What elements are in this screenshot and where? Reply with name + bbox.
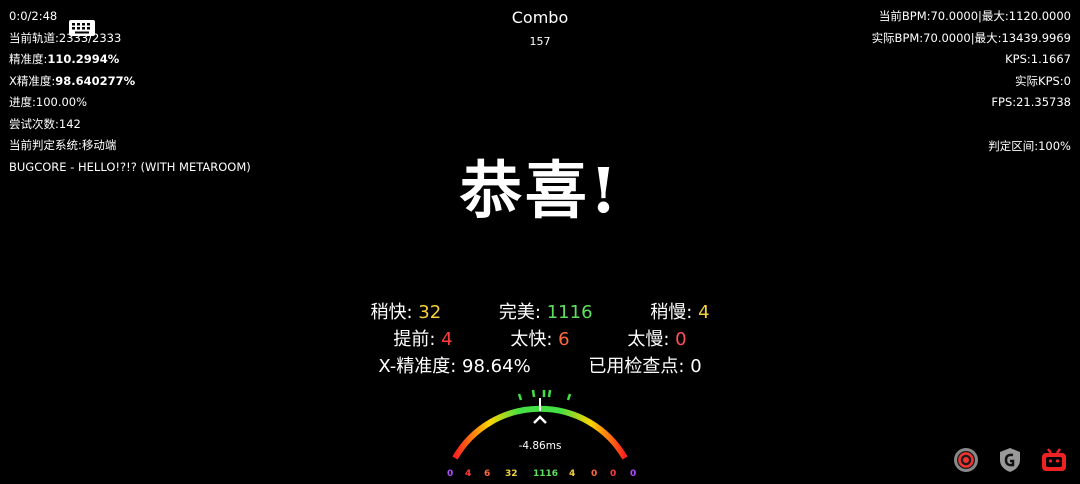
count-6: 0 xyxy=(591,469,598,479)
bilibili-icon[interactable] xyxy=(1040,446,1068,474)
stats-row-1: 稍快: 32 完美: 1116 稍慢: 4 xyxy=(0,298,1080,324)
progress-display: 进度:100.00% xyxy=(9,95,88,109)
stat-perfect: 完美: 1116 xyxy=(498,302,593,323)
stat-x-accuracy: X-精准度: 98.64% xyxy=(378,356,531,377)
accuracy-value: 110.2994% xyxy=(47,52,120,66)
count-0: 0 xyxy=(447,469,454,479)
accuracy-display: 精准度:110.2994% xyxy=(9,52,120,66)
stats-row-2: 提前: 4 太快: 6 太慢: 0 xyxy=(0,325,1080,351)
count-3: 32 xyxy=(505,469,518,479)
count-2: 6 xyxy=(484,469,491,479)
shield-icon[interactable] xyxy=(996,446,1024,474)
stat-slightly-late: 稍慢: 4 xyxy=(650,302,710,323)
real-kps-display: 实际KPS:0 xyxy=(1015,73,1071,88)
combo-counter: Combo 157 xyxy=(0,8,1080,48)
target-icon[interactable] xyxy=(952,446,980,474)
stat-checkpoints: 已用检查点: 0 xyxy=(588,356,702,377)
timing-offset: -4.86ms xyxy=(518,440,562,452)
count-7: 0 xyxy=(610,469,617,479)
fps-display: FPS:21.35738 xyxy=(991,95,1071,109)
chevron-up-icon xyxy=(533,415,547,424)
combo-value: 157 xyxy=(529,35,551,48)
x-accuracy-value: 98.640277% xyxy=(55,73,136,88)
stat-too-early: 太快: 6 xyxy=(510,329,570,350)
hit-mark-5 xyxy=(566,393,572,401)
combo-label: Combo xyxy=(511,8,569,27)
timing-gauge xyxy=(452,389,628,460)
stats-row-3: X-精准度: 98.64% 已用检查点: 0 xyxy=(0,352,1080,378)
kps-display: KPS:1.1667 xyxy=(1005,52,1071,66)
count-5: 4 xyxy=(569,469,576,479)
congrats-title: 恭喜! xyxy=(459,154,621,227)
hit-mark-1 xyxy=(531,389,536,398)
hit-mark-3 xyxy=(547,389,552,398)
stat-slightly-early: 稍快: 32 xyxy=(370,302,442,323)
attempts-display: 尝试次数:142 xyxy=(9,116,81,131)
x-accuracy-display: X精准度:98.640277% xyxy=(9,73,136,88)
stat-too-late: 太慢: 0 xyxy=(627,329,687,350)
count-8: 0 xyxy=(630,469,637,479)
count-1: 4 xyxy=(465,469,472,479)
count-4: 1116 xyxy=(533,469,559,479)
hit-mark-4 xyxy=(517,393,523,401)
stat-early: 提前: 4 xyxy=(393,329,453,350)
